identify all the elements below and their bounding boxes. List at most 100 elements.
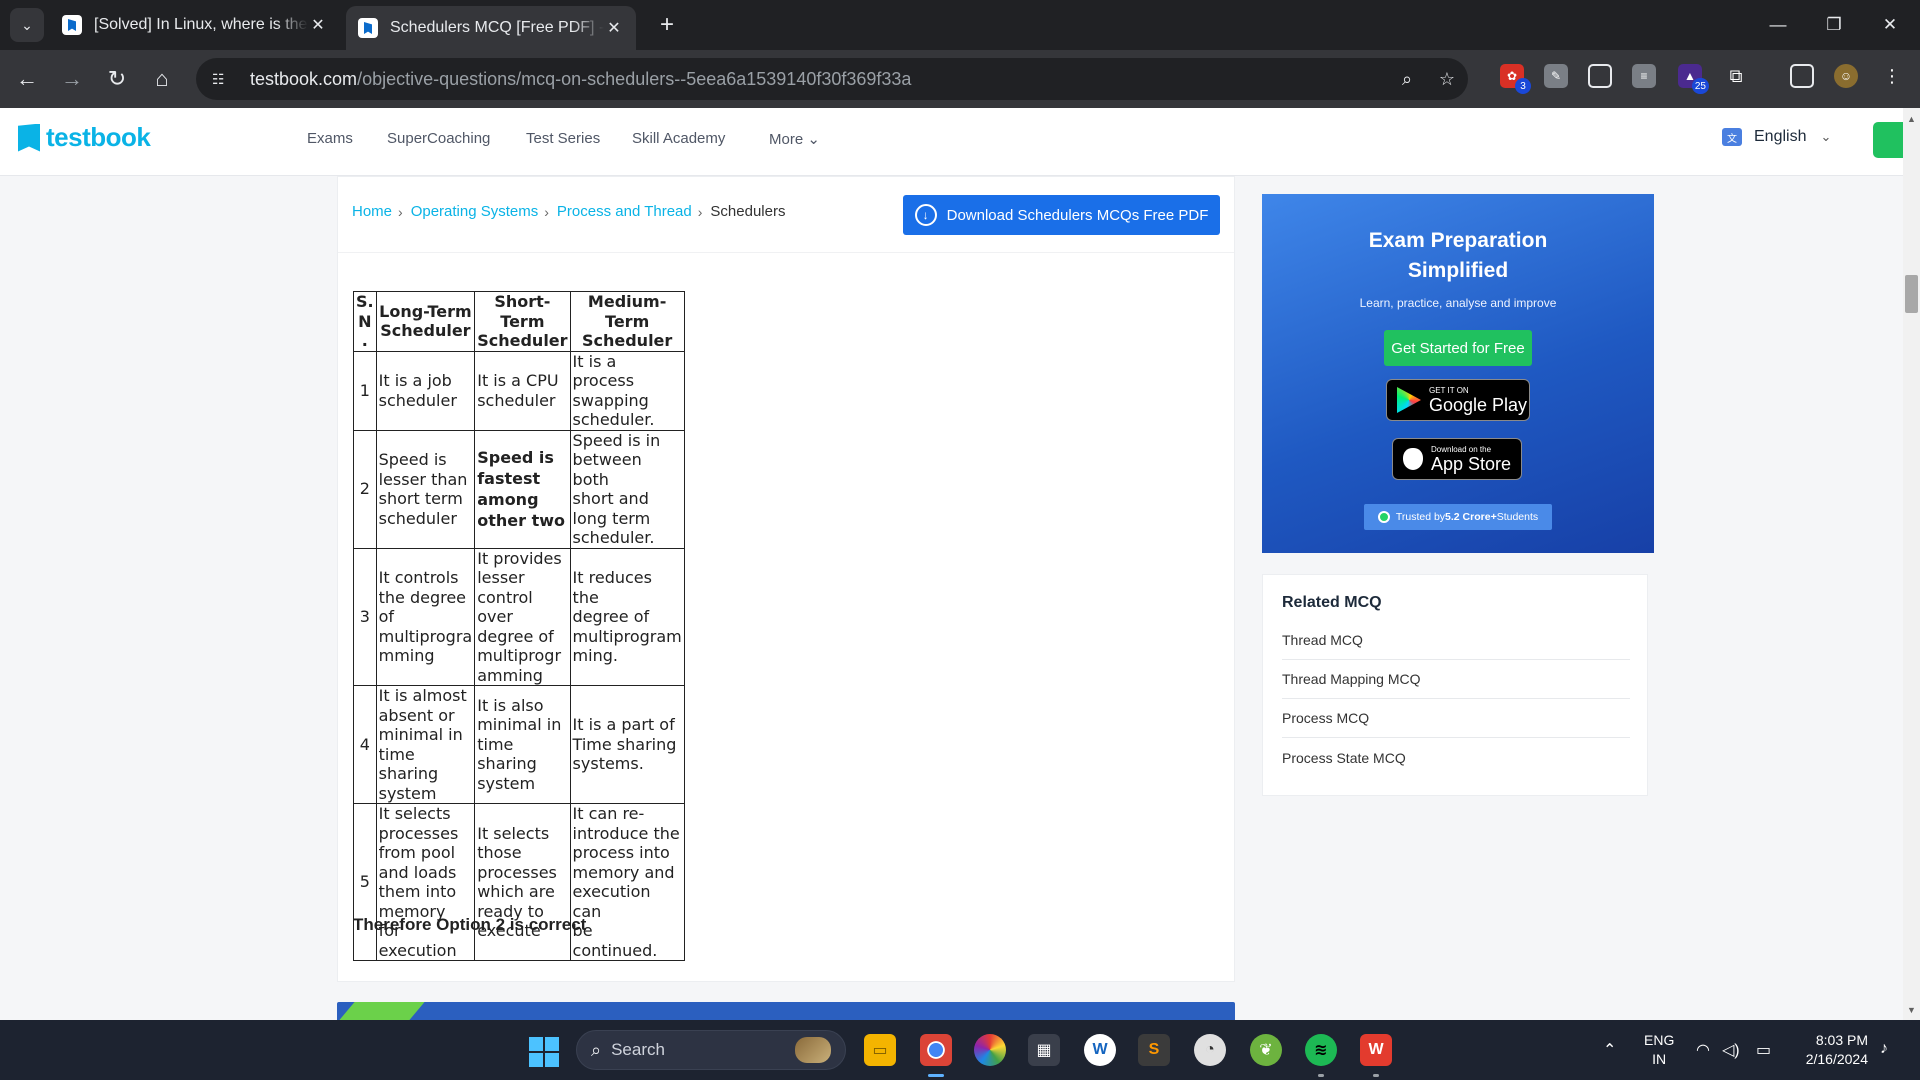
table-cell: It can re-introduce the process into memor… [569, 803, 685, 961]
language-label: English [1754, 128, 1807, 145]
file-explorer-icon[interactable]: ▭ [864, 1034, 896, 1066]
taskbar-search-box[interactable]: ⌕ Search [576, 1030, 846, 1070]
restore-window-button[interactable]: ❐ [1814, 8, 1854, 42]
windows-start-icon[interactable] [529, 1037, 559, 1067]
spotify-icon[interactable]: ≋ [1305, 1034, 1337, 1066]
page-scrollbar[interactable] [1903, 108, 1920, 1020]
running-app-indicator [1373, 1074, 1379, 1077]
profile-avatar[interactable]: ☺ [1834, 64, 1858, 88]
table-row: 1 It is a job scheduler It is a CPU schedule… [353, 350, 685, 431]
table-cell: Speed is lesser than short term scheduler [375, 429, 476, 549]
side-panel-icon[interactable] [1790, 64, 1814, 88]
related-mcq-panel: Related MCQ Thread MCQ Thread Mapping MC… [1262, 574, 1648, 796]
bottom-banner[interactable] [337, 1002, 1235, 1020]
browser-tab-schedulers[interactable]: Schedulers MCQ [Free PDF] - O ✕ [346, 6, 636, 50]
header-long-term: Long-Term Scheduler [375, 291, 476, 352]
table-cell: Speed is fastest among other two [474, 429, 571, 549]
testbook-logo[interactable]: testbook [18, 122, 151, 153]
table-cell: It is also minimal in time sharing system [474, 685, 571, 804]
back-button[interactable]: ← [10, 62, 44, 96]
related-mcq-link[interactable]: Thread MCQ [1282, 621, 1630, 660]
chevron-down-icon: ⌄ [807, 131, 820, 148]
scroll-down-arrow[interactable]: ▼ [1903, 1001, 1920, 1018]
app-store-button[interactable]: Download on the App Store [1392, 438, 1522, 480]
get-started-button[interactable]: Get Started for Free [1384, 330, 1532, 366]
translate-icon: 文 [1722, 128, 1742, 146]
download-pdf-button[interactable]: ↓ Download Schedulers MCQs Free PDF [903, 195, 1220, 235]
notification-bell-icon[interactable]: ♪ [1880, 1040, 1888, 1058]
extension-red-icon[interactable]: ✿ 3 [1500, 64, 1531, 94]
close-window-button[interactable]: ✕ [1870, 8, 1910, 42]
google-play-button[interactable]: GET IT ON Google Play [1386, 379, 1530, 421]
volume-icon[interactable]: ◁) [1722, 1040, 1740, 1060]
extension-gray-icon[interactable]: ✎ [1544, 64, 1568, 88]
browser-tab-bar: ⌄ [Solved] In Linux, where is the u ✕ Sc… [0, 0, 1920, 50]
related-mcq-link[interactable]: Process State MCQ [1282, 738, 1630, 777]
nav-skill-academy[interactable]: Skill Academy [632, 130, 725, 147]
address-bar[interactable]: ☷ testbook.com/objective-questions/mcq-o… [196, 58, 1468, 100]
sublime-text-icon[interactable]: S [1138, 1034, 1170, 1066]
table-row: 3 It controls the degree of multiprogra mming… [353, 547, 685, 686]
bookmark-star-icon[interactable]: ☆ [1432, 62, 1462, 96]
nav-supercoaching[interactable]: SuperCoaching [387, 130, 490, 147]
minimize-window-button[interactable]: — [1758, 8, 1798, 42]
table-cell: It controls the degree of multiprogra mming [375, 547, 476, 686]
word-app-icon[interactable]: W [1084, 1034, 1116, 1066]
new-tab-button[interactable]: + [652, 10, 682, 40]
nav-more[interactable]: More ⌄ [769, 130, 820, 148]
zoom-icon[interactable]: ⌕ [1392, 62, 1422, 96]
wps-office-icon[interactable]: W [1360, 1034, 1392, 1066]
close-tab-icon[interactable]: ✕ [308, 15, 328, 35]
signup-button-edge[interactable] [1873, 122, 1903, 158]
extension-purple-icon[interactable]: ▲ 25 [1678, 64, 1709, 94]
color-app-icon[interactable] [974, 1034, 1006, 1066]
table-cell: It is a CPU scheduler [474, 350, 571, 431]
chrome-icon[interactable] [920, 1034, 952, 1066]
breadcrumb-current: Schedulers [710, 203, 786, 220]
nav-exams[interactable]: Exams [307, 130, 353, 147]
scrollbar-thumb[interactable] [1905, 275, 1918, 313]
browser-tab-linux[interactable]: [Solved] In Linux, where is the u ✕ [50, 6, 340, 44]
promo-title: Exam Preparation Simplified [1368, 229, 1548, 282]
table-cell: Speed is in between both short and long ter… [569, 429, 685, 549]
battery-icon[interactable]: ▭ [1756, 1040, 1771, 1060]
row-number: 1 [353, 350, 377, 431]
tab-search-button[interactable]: ⌄ [10, 8, 44, 42]
breadcrumb-bar: Home › Operating Systems › Process and Thr… [338, 177, 1234, 253]
language-selector[interactable]: 文 English ⌄ [1722, 128, 1831, 146]
table-row: 2 Speed is lesser than short term scheduler S… [353, 429, 685, 549]
picture-in-picture-icon[interactable] [1588, 64, 1612, 88]
table-cell: It selects those processes which are ready t… [474, 803, 571, 961]
site-settings-icon[interactable]: ☷ [212, 71, 236, 88]
extensions-puzzle-icon[interactable]: ⧉ [1724, 64, 1748, 88]
reload-button[interactable]: ↻ [100, 62, 134, 96]
spring-app-icon[interactable]: ❦ [1250, 1034, 1282, 1066]
wifi-icon[interactable]: ◠ [1696, 1040, 1710, 1060]
logo-text: testbook [46, 122, 151, 152]
scroll-up-arrow[interactable]: ▲ [1903, 110, 1920, 127]
microsoft-store-icon[interactable]: ▦ [1028, 1034, 1060, 1066]
input-language-indicator[interactable]: ENG IN [1644, 1031, 1674, 1069]
breadcrumb-home[interactable]: Home [352, 203, 392, 220]
clock-app-icon[interactable]: ◔ [1194, 1034, 1226, 1066]
question-solution-card: Home › Operating Systems › Process and Thr… [337, 176, 1235, 982]
browser-menu-icon[interactable]: ⋮ [1880, 64, 1904, 88]
close-tab-icon[interactable]: ✕ [604, 18, 624, 38]
forward-button[interactable]: → [55, 62, 89, 96]
chevron-up-icon[interactable]: ⌃ [1603, 1040, 1616, 1060]
nav-test-series[interactable]: Test Series [526, 130, 600, 147]
table-cell: It is a part of Time sharing systems. [569, 685, 685, 804]
apple-icon [1403, 448, 1423, 470]
clock-datetime[interactable]: 8:03 PM 2/16/2024 [1794, 1031, 1868, 1069]
testbook-favicon-icon [62, 15, 82, 35]
breadcrumb: Home › Operating Systems › Process and Thr… [352, 203, 785, 220]
extension-notes-icon[interactable]: ≡ [1632, 64, 1656, 88]
home-button[interactable]: ⌂ [145, 62, 179, 96]
breadcrumb-operating-systems[interactable]: Operating Systems [411, 203, 539, 220]
search-highlight-icon [795, 1037, 831, 1063]
download-pdf-label: Download Schedulers MCQs Free PDF [946, 206, 1209, 224]
related-mcq-link[interactable]: Process MCQ [1282, 699, 1630, 738]
testbook-logo-icon [18, 123, 40, 152]
breadcrumb-process-and-thread[interactable]: Process and Thread [557, 203, 692, 220]
related-mcq-link[interactable]: Thread Mapping MCQ [1282, 660, 1630, 699]
